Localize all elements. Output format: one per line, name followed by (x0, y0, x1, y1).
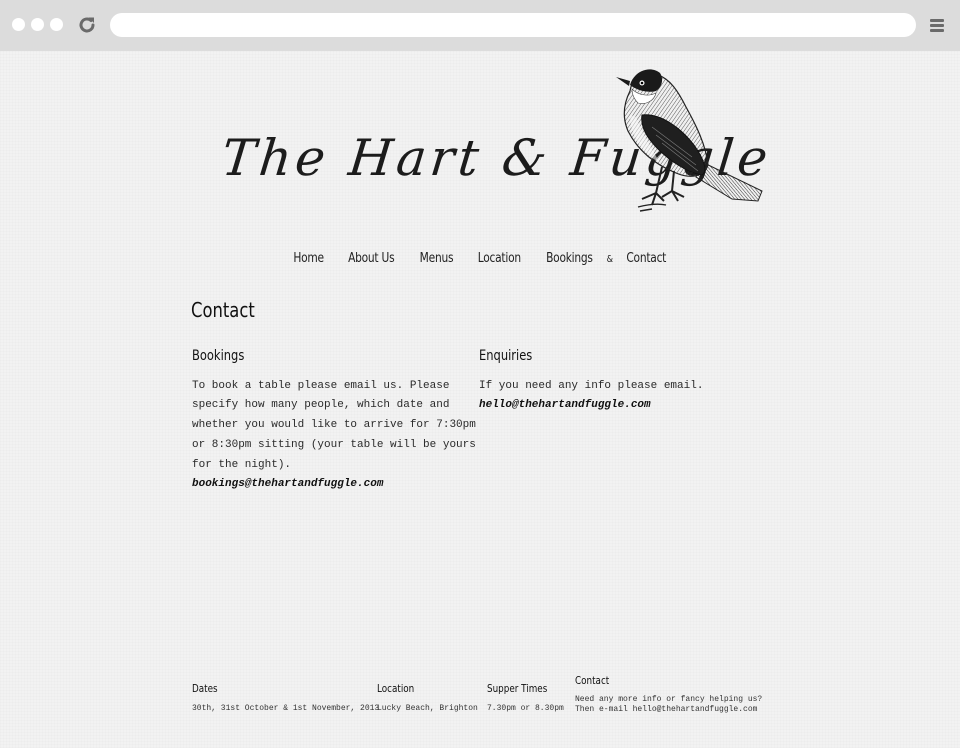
footer-supper-times: Supper Times 7.30pm or 8.30pm (487, 682, 564, 714)
footer-location-text: Lucky Beach, Brighton (377, 704, 478, 713)
nav-location[interactable]: Location (477, 251, 520, 266)
reload-icon[interactable] (76, 14, 98, 36)
footer-contact-line2[interactable]: Then e-mail hello@thehartandfuggle.com (575, 705, 762, 715)
nav-ampersand: & (607, 254, 614, 265)
page-content: The Hart & Fuggle Home About Us Menus Lo… (0, 51, 960, 748)
bookings-email-link[interactable]: bookings@thehartandfuggle.com (192, 475, 476, 495)
bookings-text: To book a table please email us. Please … (192, 379, 476, 471)
footer-contact: Contact Need any more info or fancy help… (575, 674, 763, 715)
footer-supper-text: 7.30pm or 8.30pm (487, 704, 564, 713)
window-controls (12, 18, 63, 31)
bookings-heading: Bookings (192, 348, 245, 364)
bookings-section: Bookings To book a table please email us… (192, 347, 476, 495)
nav-menus[interactable]: Menus (419, 251, 453, 266)
nav-bookings[interactable]: Bookings (546, 251, 593, 266)
enquiries-heading: Enquiries (479, 348, 533, 364)
footer-dates-text: 30th, 31st October & 1st November, 2013 (192, 704, 380, 713)
window-dot-minimize[interactable] (31, 18, 44, 31)
footer-location-heading: Location (377, 682, 415, 695)
footer-dates: Dates 30th, 31st October & 1st November,… (192, 682, 380, 714)
footer-contact-line1: Need any more info or fancy helping us? (575, 695, 763, 704)
enquiries-section: Enquiries If you need any info please em… (479, 347, 719, 416)
page-title: Contact (191, 298, 255, 322)
main-nav: Home About Us Menus Location Bookings & … (0, 251, 960, 266)
footer-location: Location Lucky Beach, Brighton (377, 682, 478, 714)
footer-contact-heading: Contact (575, 674, 610, 687)
hamburger-menu-icon[interactable] (930, 19, 944, 32)
browser-chrome (0, 0, 960, 51)
nav-about-us[interactable]: About Us (348, 251, 395, 266)
nav-contact[interactable]: Contact (626, 251, 666, 266)
bird-illustration (616, 69, 763, 212)
window-dot-close[interactable] (12, 18, 25, 31)
enquiries-text: If you need any info please email. (479, 379, 704, 392)
enquiries-email-link[interactable]: hello@thehartandfuggle.com (479, 396, 719, 416)
footer-dates-heading: Dates (192, 682, 218, 695)
window-dot-maximize[interactable] (50, 18, 63, 31)
address-bar[interactable] (110, 13, 916, 37)
nav-home[interactable]: Home (293, 251, 324, 266)
footer-supper-heading: Supper Times (487, 682, 548, 695)
